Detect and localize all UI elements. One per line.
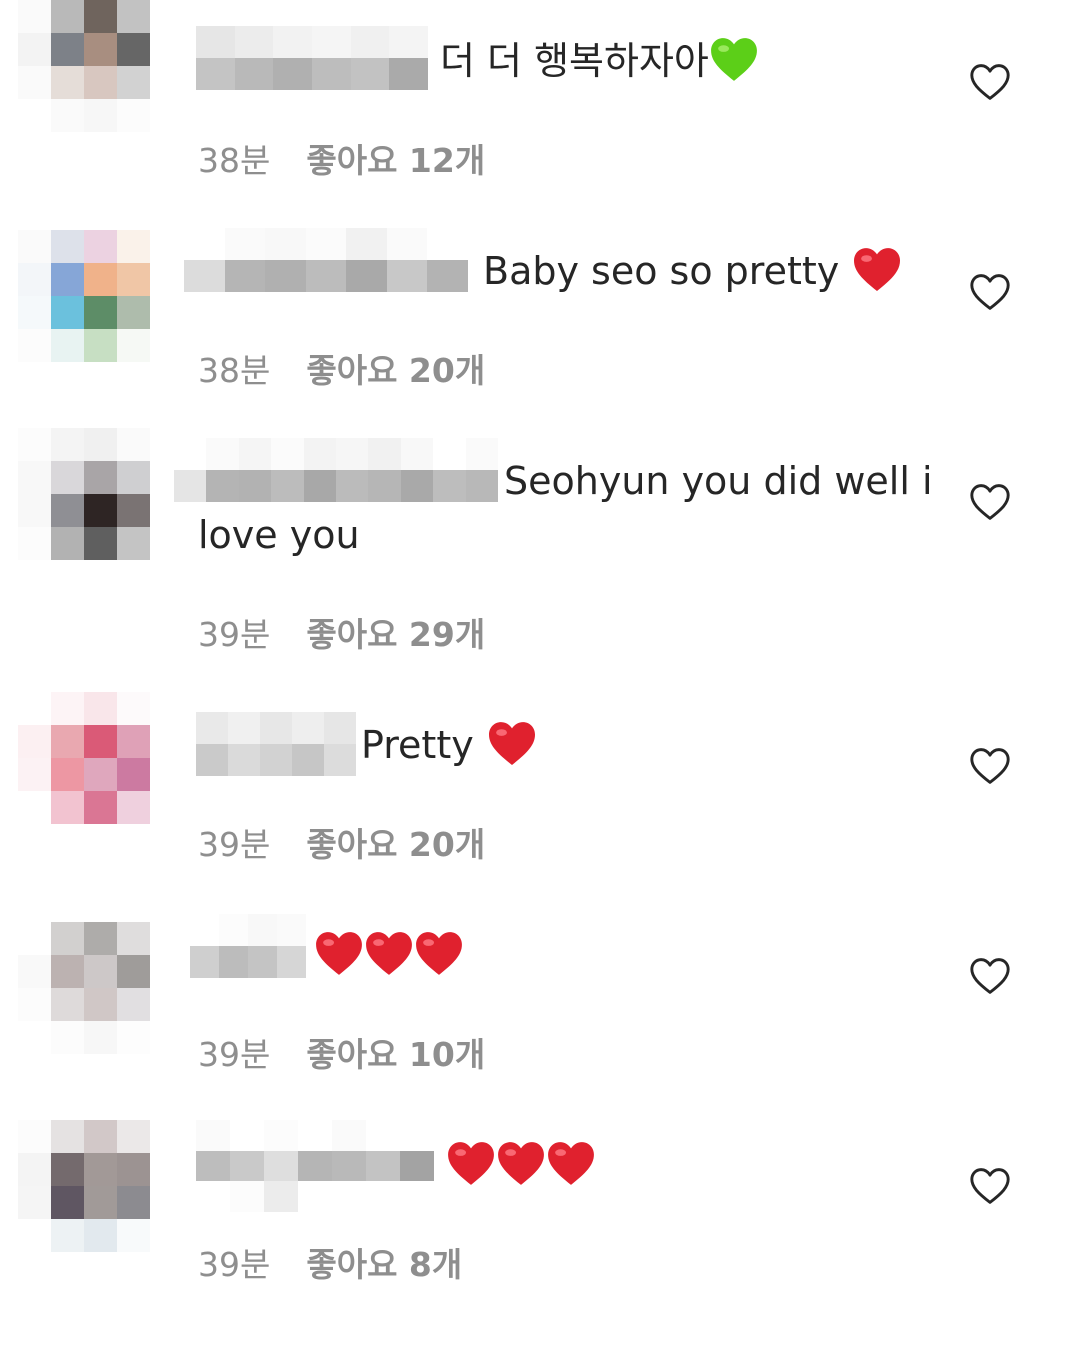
- likes-count[interactable]: 좋아요 29개: [306, 615, 485, 654]
- username-blurred[interactable]: [196, 26, 429, 90]
- comment-text-continued: love you: [198, 513, 360, 557]
- comment-time: 38분: [198, 351, 271, 390]
- username-blurred[interactable]: [196, 1120, 434, 1213]
- heart-outline-icon[interactable]: [968, 62, 1012, 102]
- comment-time: 39분: [198, 825, 271, 864]
- comment-time: 39분: [198, 615, 271, 654]
- heart-outline-icon[interactable]: [968, 746, 1012, 786]
- username-blurred[interactable]: [174, 438, 499, 502]
- avatar[interactable]: [18, 692, 150, 824]
- green-heart-icon: [710, 38, 757, 81]
- avatar[interactable]: [18, 922, 150, 1054]
- comment-text: Pretty: [361, 718, 538, 772]
- comment-item: 더 더 행복하자아 38분 좋아요 12개: [0, 0, 1080, 210]
- likes-count[interactable]: 좋아요 20개: [306, 825, 485, 864]
- red-heart-icon: [366, 932, 412, 975]
- comment-meta: 38분 좋아요 12개: [198, 134, 485, 182]
- comment-text: Baby seo so pretty: [483, 244, 903, 298]
- comment-text: [314, 928, 464, 982]
- comment-time: 38분: [198, 141, 271, 180]
- username-blurred[interactable]: [184, 228, 469, 292]
- avatar[interactable]: [18, 230, 150, 362]
- comment-text: [446, 1138, 596, 1192]
- likes-count[interactable]: 좋아요 20개: [306, 351, 485, 390]
- comment-meta: 39분 좋아요 8개: [198, 1238, 462, 1286]
- likes-count[interactable]: 좋아요 10개: [306, 1035, 485, 1074]
- heart-outline-icon[interactable]: [968, 482, 1012, 522]
- avatar[interactable]: [18, 0, 150, 132]
- red-heart-icon: [854, 248, 901, 291]
- red-heart-icon: [448, 1142, 494, 1185]
- comment-meta: 38분 좋아요 20개: [198, 344, 485, 392]
- heart-outline-icon[interactable]: [968, 1166, 1012, 1206]
- comment-meta: 39분 좋아요 20개: [198, 818, 485, 866]
- red-heart-icon: [316, 932, 362, 975]
- username-blurred[interactable]: [196, 712, 356, 776]
- likes-count[interactable]: 좋아요 8개: [306, 1245, 462, 1284]
- comment-time: 39분: [198, 1035, 271, 1074]
- red-heart-icon: [498, 1142, 544, 1185]
- username-blurred[interactable]: [190, 914, 306, 978]
- comment-time: 39분: [198, 1245, 271, 1284]
- avatar[interactable]: [18, 428, 150, 560]
- red-heart-icon: [548, 1142, 594, 1185]
- comment-text: Seohyun you did well i: [504, 459, 933, 503]
- heart-outline-icon[interactable]: [968, 956, 1012, 996]
- comment-meta: 39분 좋아요 29개: [198, 608, 485, 656]
- likes-count[interactable]: 좋아요 12개: [306, 141, 485, 180]
- red-heart-icon: [488, 722, 535, 765]
- comment-meta: 39분 좋아요 10개: [198, 1028, 485, 1076]
- avatar[interactable]: [18, 1120, 150, 1252]
- red-heart-icon: [416, 932, 462, 975]
- heart-outline-icon[interactable]: [968, 272, 1012, 312]
- comment-text: 더 더 행복하자아: [440, 34, 759, 88]
